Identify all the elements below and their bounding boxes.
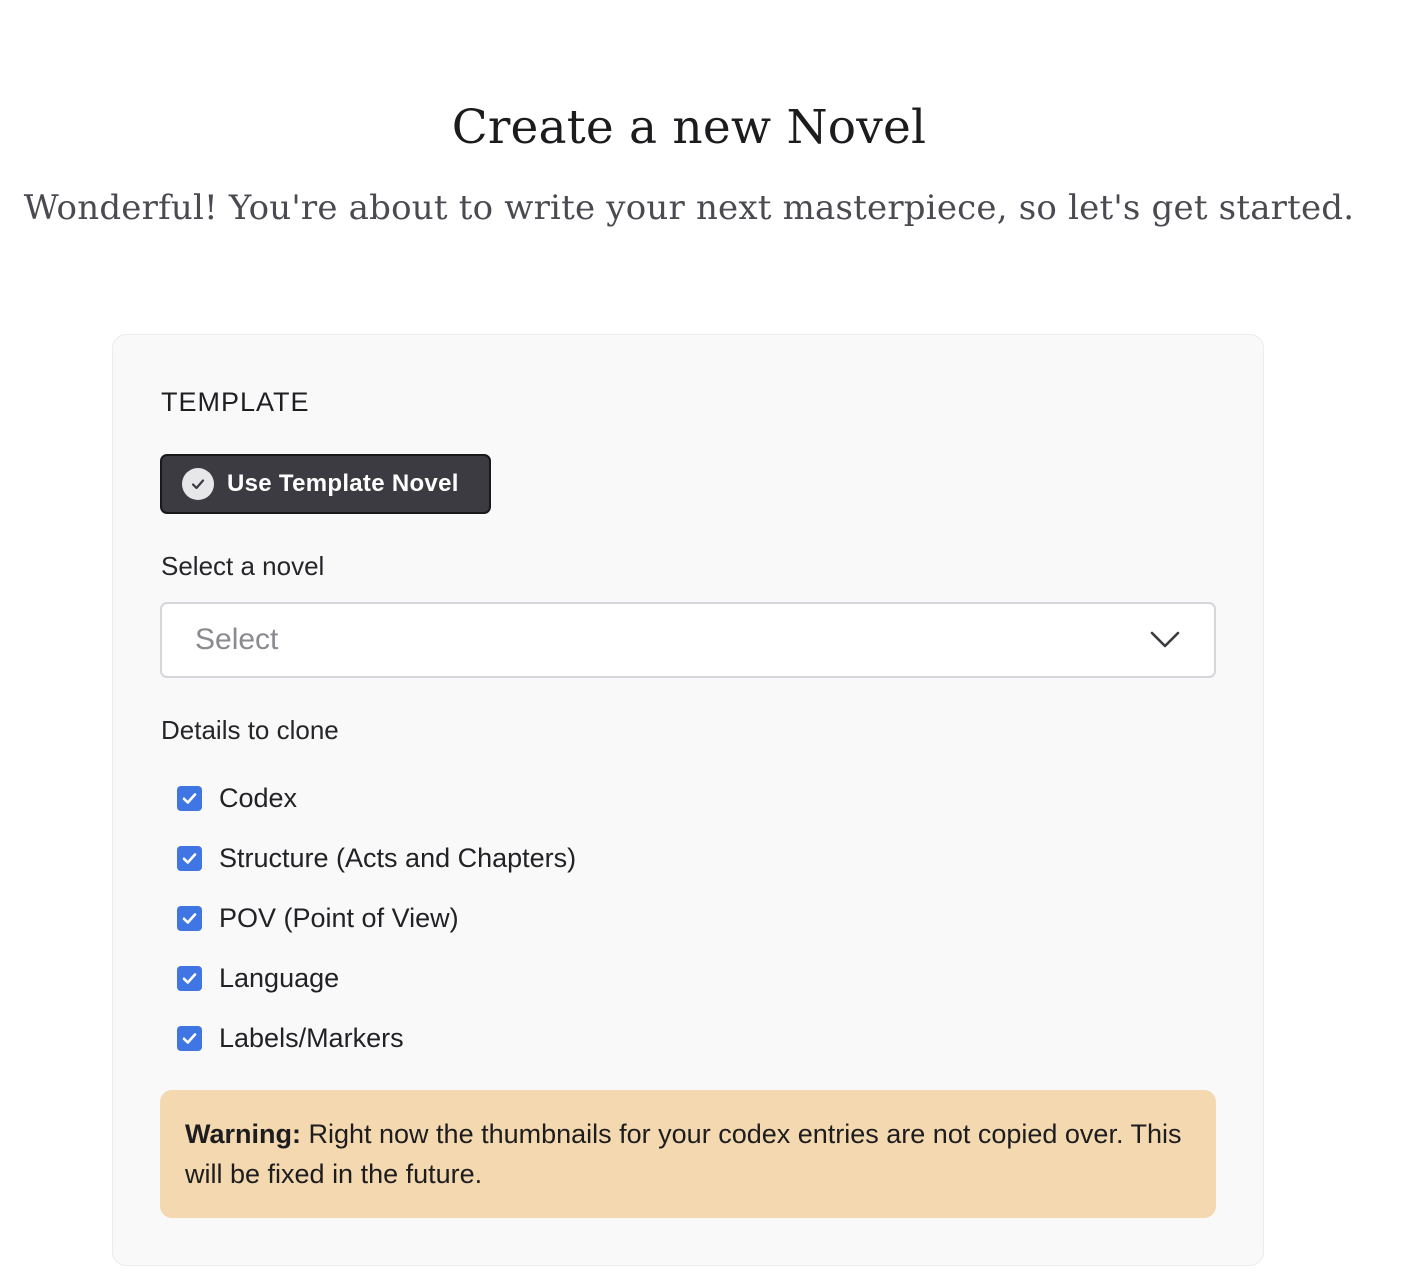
checkbox-pov[interactable] <box>177 905 202 931</box>
clone-option-label: Structure (Acts and Chapters) <box>219 842 577 873</box>
checkmark-icon <box>182 1032 197 1044</box>
clone-option-label: Labels/Markers <box>219 1022 404 1053</box>
clone-option-pov[interactable]: POV (Point of View) <box>177 898 459 938</box>
page-title: Create a new Novel <box>451 100 927 155</box>
select-novel-label: Select a novel <box>161 551 325 581</box>
checkmark-icon <box>182 792 197 804</box>
clone-option-labels-markers[interactable]: Labels/Markers <box>177 1018 404 1058</box>
clone-option-label: Codex <box>219 782 298 813</box>
select-novel-placeholder: Select <box>195 623 279 656</box>
details-to-clone-label: Details to clone <box>161 715 339 745</box>
check-circle-icon <box>182 468 214 500</box>
warning-alert: Warning: Right now the thumbnails for yo… <box>160 1090 1216 1218</box>
warning-title: Warning: <box>185 1119 301 1149</box>
clone-option-codex[interactable]: Codex <box>177 778 297 818</box>
checkmark-icon <box>182 852 197 864</box>
checkmark-icon <box>182 912 197 924</box>
clone-option-language[interactable]: Language <box>177 958 339 998</box>
checkbox-labels-markers[interactable] <box>177 1025 202 1051</box>
checkbox-codex[interactable] <box>177 785 202 811</box>
clone-option-label: Language <box>219 962 340 993</box>
checkbox-language[interactable] <box>177 965 202 991</box>
checkmark-icon <box>182 972 197 984</box>
page-subtitle: Wonderful! You're about to write your ne… <box>23 188 1355 228</box>
clone-option-label: POV (Point of View) <box>219 902 459 933</box>
template-card: TEMPLATE Use Template Novel Select a nov… <box>112 334 1264 1266</box>
checkbox-structure[interactable] <box>177 845 202 871</box>
clone-option-structure[interactable]: Structure (Acts and Chapters) <box>177 838 576 878</box>
use-template-novel-label: Use Template Novel <box>227 470 459 497</box>
use-template-novel-button[interactable]: Use Template Novel <box>160 454 491 514</box>
warning-text: Right now the thumbnails for your codex … <box>185 1119 1182 1189</box>
select-novel-dropdown[interactable]: Select <box>160 602 1216 678</box>
chevron-down-icon <box>1150 627 1180 658</box>
template-heading: TEMPLATE <box>161 387 310 417</box>
